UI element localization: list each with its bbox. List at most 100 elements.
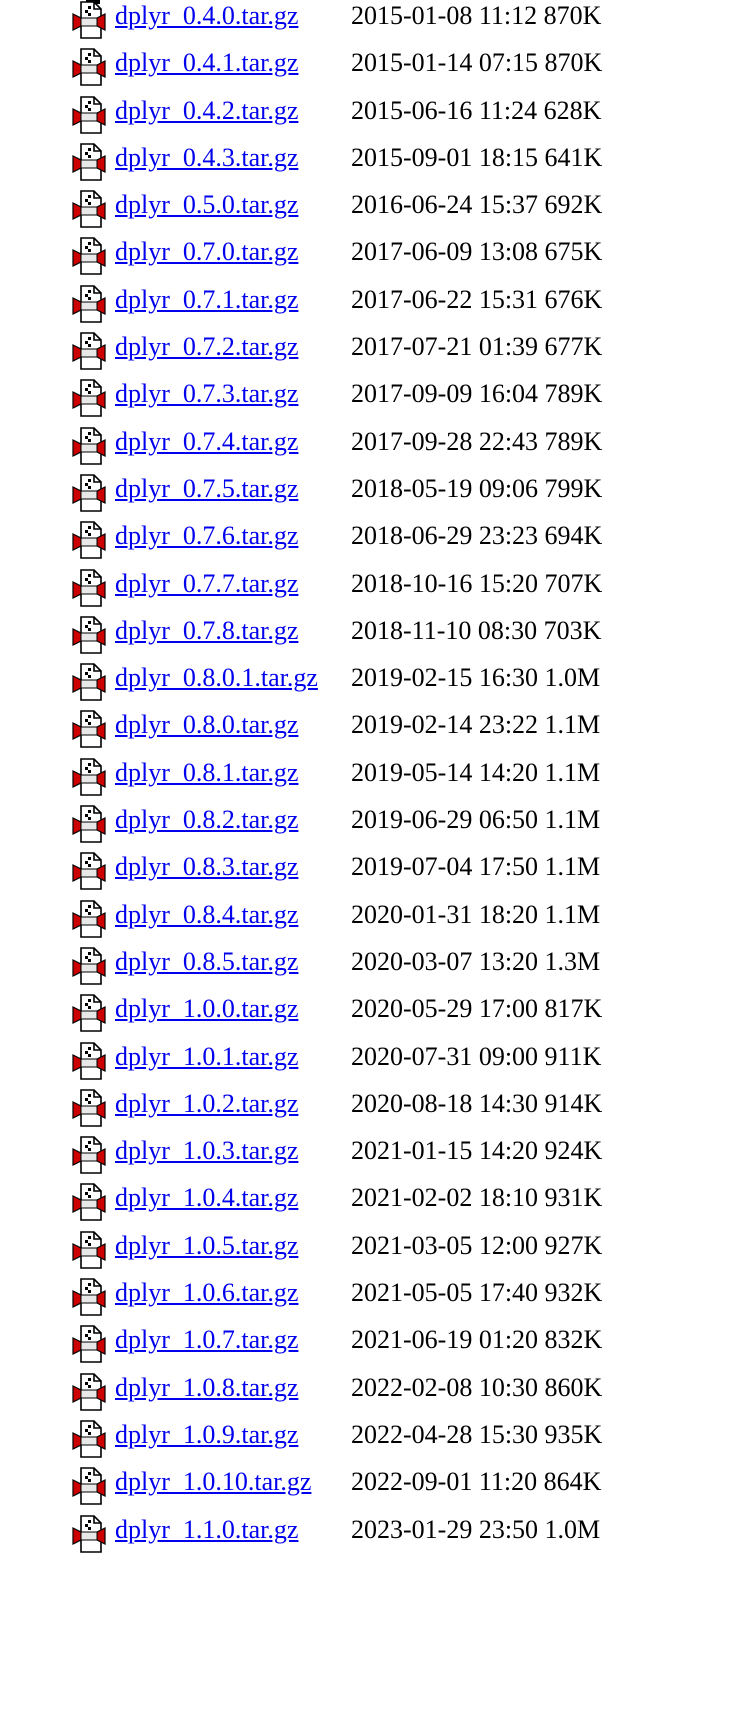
last-modified: 2015-06-16 11:24 — [351, 95, 538, 125]
file-link[interactable]: dplyr_1.0.0.tar.gz — [115, 994, 298, 1023]
file-name-cell: dplyr_1.0.3.tar.gz — [115, 1136, 298, 1166]
file-link[interactable]: dplyr_1.0.8.tar.gz — [115, 1373, 298, 1402]
file-link[interactable]: dplyr_0.4.1.tar.gz — [115, 48, 298, 77]
file-link[interactable]: dplyr_0.8.2.tar.gz — [115, 805, 298, 834]
last-modified: 2020-07-31 09:00 — [351, 1041, 539, 1071]
file-meta: 2021-03-05 12:00 927K — [351, 1231, 602, 1261]
file-meta: 2020-05-29 17:00 817K — [351, 994, 602, 1024]
file-link[interactable]: dplyr_1.0.10.tar.gz — [115, 1467, 311, 1496]
file-link[interactable]: dplyr_0.7.4.tar.gz — [115, 427, 298, 456]
file-meta: 2022-09-01 11:20 864K — [351, 1467, 601, 1497]
list-item: dplyr_0.4.3.tar.gz 2015-09-01 18:15 641K — [0, 139, 742, 186]
file-size: 860K — [544, 1372, 603, 1402]
file-name-cell: dplyr_0.7.7.tar.gz — [115, 569, 298, 599]
list-item: dplyr_0.7.0.tar.gz 2017-06-09 13:08 675K — [0, 233, 742, 280]
list-item: dplyr_0.8.2.tar.gz 2019-06-29 06:50 1.1M — [0, 801, 742, 848]
file-name-cell: dplyr_0.5.0.tar.gz — [115, 190, 298, 220]
compressed-file-icon — [72, 1324, 106, 1364]
file-link[interactable]: dplyr_1.0.9.tar.gz — [115, 1420, 298, 1449]
file-size: 935K — [544, 1419, 603, 1449]
file-name-cell: dplyr_0.8.4.tar.gz — [115, 900, 298, 930]
file-link[interactable]: dplyr_1.0.7.tar.gz — [115, 1325, 298, 1354]
file-link[interactable]: dplyr_0.8.1.tar.gz — [115, 758, 298, 787]
list-item: dplyr_1.0.9.tar.gz 2022-04-28 15:30 935K — [0, 1416, 742, 1463]
list-item: dplyr_1.0.10.tar.gz 2022-09-01 11:20 864… — [0, 1463, 742, 1510]
file-link[interactable]: dplyr_1.0.2.tar.gz — [115, 1089, 298, 1118]
file-link[interactable]: dplyr_1.1.0.tar.gz — [115, 1515, 298, 1544]
list-item: dplyr_0.7.2.tar.gz 2017-07-21 01:39 677K — [0, 328, 742, 375]
file-size: 694K — [544, 521, 603, 551]
file-size: 1.0M — [544, 1514, 601, 1544]
last-modified: 2018-05-19 09:06 — [351, 473, 539, 503]
file-link[interactable]: dplyr_0.7.2.tar.gz — [115, 332, 298, 361]
file-size: 703K — [543, 615, 602, 645]
list-item: dplyr_0.8.5.tar.gz 2020-03-07 13:20 1.3M — [0, 943, 742, 990]
file-name-cell: dplyr_1.0.6.tar.gz — [115, 1278, 298, 1308]
file-link[interactable]: dplyr_1.0.5.tar.gz — [115, 1231, 298, 1260]
compressed-file-icon — [72, 757, 106, 797]
file-size: 870K — [543, 1, 602, 30]
compressed-file-icon — [72, 804, 106, 844]
file-name-cell: dplyr_0.7.1.tar.gz — [115, 285, 298, 315]
file-name-cell: dplyr_0.8.0.tar.gz — [115, 710, 298, 740]
file-size: 641K — [544, 142, 603, 172]
file-link[interactable]: dplyr_0.8.3.tar.gz — [115, 852, 298, 881]
last-modified: 2022-04-28 15:30 — [351, 1419, 539, 1449]
compressed-file-icon — [72, 520, 106, 560]
list-item: dplyr_0.8.0.1.tar.gz 2019-02-15 16:30 1.… — [0, 659, 742, 706]
file-link[interactable]: dplyr_0.8.0.tar.gz — [115, 710, 298, 739]
file-meta: 2019-05-14 14:20 1.1M — [351, 758, 600, 788]
file-link[interactable]: dplyr_0.4.0.tar.gz — [115, 1, 298, 30]
compressed-file-icon — [72, 1041, 106, 1081]
file-link[interactable]: dplyr_0.7.1.tar.gz — [115, 285, 298, 314]
file-size: 932K — [544, 1278, 603, 1308]
file-link[interactable]: dplyr_0.8.5.tar.gz — [115, 947, 298, 976]
last-modified: 2017-06-09 13:08 — [351, 237, 539, 267]
compressed-file-icon — [72, 1135, 106, 1175]
compressed-file-icon — [72, 0, 106, 40]
file-size: 864K — [543, 1467, 602, 1497]
file-link[interactable]: dplyr_0.7.8.tar.gz — [115, 616, 298, 645]
last-modified: 2016-06-24 15:37 — [351, 190, 539, 220]
compressed-file-icon — [72, 1514, 106, 1554]
compressed-file-icon — [72, 946, 106, 986]
list-item: dplyr_0.7.8.tar.gz 2018-11-10 08:30 703K — [0, 612, 742, 659]
file-size: 1.0M — [544, 663, 601, 693]
file-link[interactable]: dplyr_0.7.7.tar.gz — [115, 569, 298, 598]
compressed-file-icon — [72, 95, 106, 135]
file-meta: 2017-09-09 16:04 789K — [351, 379, 602, 409]
list-item: dplyr_1.0.1.tar.gz 2020-07-31 09:00 911K — [0, 1038, 742, 1085]
file-link[interactable]: dplyr_0.8.4.tar.gz — [115, 900, 298, 929]
file-link[interactable]: dplyr_1.0.4.tar.gz — [115, 1183, 298, 1212]
last-modified: 2015-09-01 18:15 — [351, 142, 539, 172]
compressed-file-icon — [72, 1182, 106, 1222]
file-meta: 2015-01-14 07:15 870K — [351, 48, 602, 78]
file-meta: 2018-10-16 15:20 707K — [351, 569, 602, 599]
compressed-file-icon — [72, 47, 106, 87]
last-modified: 2017-07-21 01:39 — [351, 332, 539, 362]
file-link[interactable]: dplyr_0.7.0.tar.gz — [115, 237, 298, 266]
file-link[interactable]: dplyr_1.0.1.tar.gz — [115, 1042, 298, 1071]
file-link[interactable]: dplyr_0.7.3.tar.gz — [115, 379, 298, 408]
compressed-file-icon — [72, 236, 106, 276]
file-meta: 2021-02-02 18:10 931K — [351, 1183, 602, 1213]
file-link[interactable]: dplyr_0.7.6.tar.gz — [115, 521, 298, 550]
file-link[interactable]: dplyr_0.8.0.1.tar.gz — [115, 663, 318, 692]
file-meta: 2020-08-18 14:30 914K — [351, 1089, 602, 1119]
last-modified: 2021-02-02 18:10 — [351, 1183, 539, 1213]
last-modified: 2019-06-29 06:50 — [351, 805, 539, 835]
file-link[interactable]: dplyr_0.7.5.tar.gz — [115, 474, 298, 503]
file-size: 931K — [544, 1183, 603, 1213]
file-link[interactable]: dplyr_1.0.6.tar.gz — [115, 1278, 298, 1307]
file-link[interactable]: dplyr_0.5.0.tar.gz — [115, 190, 298, 219]
file-size: 675K — [544, 237, 603, 267]
file-link[interactable]: dplyr_1.0.3.tar.gz — [115, 1136, 298, 1165]
file-link[interactable]: dplyr_0.4.2.tar.gz — [115, 96, 298, 125]
list-item: dplyr_0.7.6.tar.gz 2018-06-29 23:23 694K — [0, 517, 742, 564]
file-name-cell: dplyr_1.0.9.tar.gz — [115, 1420, 298, 1450]
compressed-file-icon — [72, 378, 106, 418]
file-size: 1.1M — [544, 805, 601, 835]
compressed-file-icon — [72, 568, 106, 608]
file-link[interactable]: dplyr_0.4.3.tar.gz — [115, 143, 298, 172]
list-item: dplyr_0.4.0.tar.gz 2015-01-08 11:12 870K — [0, 0, 742, 44]
